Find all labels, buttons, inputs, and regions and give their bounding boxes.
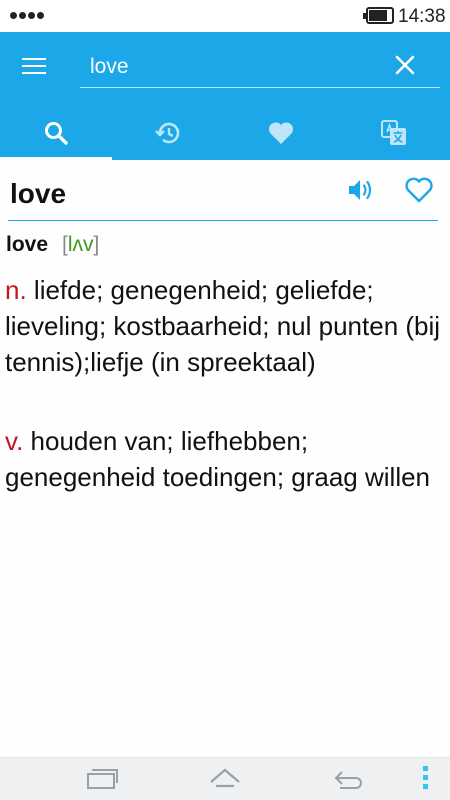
- back-button[interactable]: [332, 764, 366, 792]
- home-icon: [210, 768, 240, 788]
- sense-text: houden van; liefhebben; genegenheid toed…: [5, 426, 431, 492]
- recent-apps-icon: [87, 769, 118, 789]
- app-bar: [0, 32, 450, 160]
- back-icon: [334, 771, 362, 789]
- system-nav-bar: [0, 757, 450, 800]
- sense-verb: v. houden van; liefhebben; genegenheid t…: [5, 423, 443, 495]
- sense-noun: n. liefde; genegenheid; geliefde; lievel…: [5, 272, 443, 380]
- menu-icon[interactable]: [20, 54, 50, 78]
- sense-text: liefde; genegenheid; geliefde; lieveling…: [5, 275, 441, 377]
- overflow-menu-icon[interactable]: [420, 766, 430, 792]
- word-header: love: [0, 170, 450, 222]
- active-tab-indicator: [0, 157, 112, 160]
- entry-word: love: [6, 233, 49, 256]
- battery-icon: [363, 7, 394, 24]
- tab-bar: [0, 106, 450, 160]
- recent-apps-button[interactable]: [85, 764, 119, 792]
- tab-favorites[interactable]: [225, 106, 337, 160]
- heart-icon: [268, 122, 294, 144]
- signal-icon: [10, 12, 44, 19]
- tab-translate[interactable]: [338, 106, 450, 160]
- phonetic-transcription: [lʌv]: [62, 233, 99, 256]
- status-time: 14:38: [398, 6, 446, 27]
- speaker-icon[interactable]: [346, 176, 374, 204]
- google-translate-icon: [381, 120, 406, 145]
- search-icon: [45, 122, 68, 145]
- history-icon: [155, 122, 180, 144]
- status-bar: 14:38: [0, 0, 450, 32]
- home-button[interactable]: [208, 764, 242, 792]
- part-of-speech: v.: [5, 426, 24, 456]
- tab-history[interactable]: [112, 106, 224, 160]
- favorite-heart-icon[interactable]: [404, 176, 434, 204]
- entry-heading: love [lʌv]: [6, 233, 99, 257]
- headword-title: love: [10, 178, 67, 209]
- tab-search[interactable]: [0, 106, 112, 160]
- search-field[interactable]: [80, 48, 440, 88]
- search-input[interactable]: [90, 48, 380, 86]
- phonetic-bracket-close: ]: [93, 233, 100, 256]
- header-divider: [8, 220, 438, 221]
- part-of-speech: n.: [5, 275, 27, 305]
- phonetic-text: lʌv: [67, 233, 94, 256]
- close-icon[interactable]: [390, 50, 420, 80]
